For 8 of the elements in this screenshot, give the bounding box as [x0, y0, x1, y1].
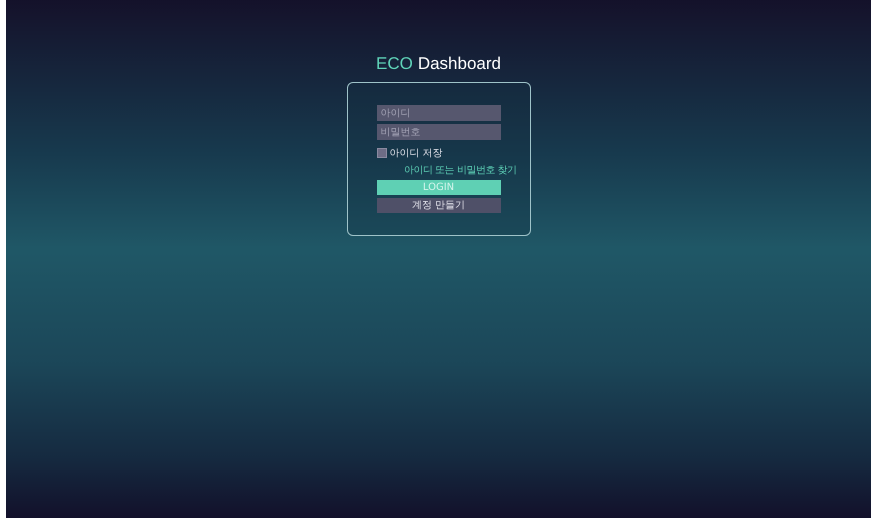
id-field[interactable]: 아이디	[376, 105, 500, 121]
find-account-link[interactable]: 아이디 또는 비밀번호 찾기	[404, 163, 516, 177]
remember-label: 아이디 저장	[390, 147, 443, 160]
remember-checkbox[interactable]	[376, 148, 386, 158]
title-text: Dashboard	[418, 54, 501, 74]
title-accent: ECO	[376, 54, 413, 74]
create-account-button[interactable]: 계정 만들기	[376, 198, 500, 213]
password-field[interactable]: 비밀번호	[376, 124, 500, 140]
